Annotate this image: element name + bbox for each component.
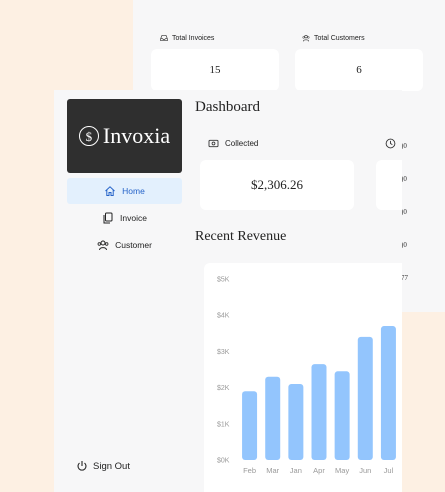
banknote-icon	[208, 139, 219, 148]
sidebar-item-home[interactable]: Home	[67, 178, 182, 204]
dollar-circle-icon: $	[78, 126, 99, 146]
sidebar-item-label: Customer	[115, 240, 152, 250]
chart-bar	[288, 383, 304, 460]
page-title: Dashboard	[195, 99, 260, 115]
chart-bar	[242, 391, 258, 460]
total-customers-label: Total Customers	[314, 34, 365, 42]
chart-bar	[334, 371, 350, 460]
revenue-chart-svg: $5K $4K $3K $2K $1K $0K Feb Mar Jan Apr May Jun Jul	[217, 277, 396, 475]
x-tick-label: May	[335, 466, 349, 475]
total-customers-value: 6	[295, 49, 423, 91]
collected-card-header: Collected	[208, 139, 258, 148]
chart-bar	[311, 364, 327, 460]
y-tick-label: $5K	[217, 277, 230, 284]
partial-value: )0	[401, 142, 407, 150]
sign-out-button[interactable]: Sign Out	[76, 460, 130, 472]
recent-revenue-title: Recent Revenue	[195, 229, 287, 244]
sign-out-label: Sign Out	[93, 460, 130, 472]
users-icon	[97, 240, 109, 251]
x-tick-label: Jan	[290, 466, 302, 475]
chart-bar	[380, 326, 396, 460]
collected-label: Collected	[225, 139, 259, 148]
power-icon	[77, 461, 87, 471]
x-tick-label: Jul	[384, 466, 394, 475]
collected-value: $2,306.26	[200, 160, 354, 210]
x-tick-label: Mar	[266, 466, 279, 475]
inbox-icon	[160, 35, 168, 41]
home-icon	[105, 186, 115, 196]
chart-bar	[265, 376, 281, 460]
clock-icon	[385, 138, 396, 149]
partial-value: )0	[401, 241, 407, 249]
sidebar-item-label: Home	[122, 186, 145, 196]
chart-bar	[357, 336, 373, 460]
logo-text: Invoxia	[102, 123, 171, 148]
total-invoices-label: Total Invoices	[172, 34, 215, 42]
revenue-chart: $5K $4K $3K $2K $1K $0K Feb Mar Jan Apr May Jun Jul	[204, 263, 402, 492]
sidebar-item-label: Invoice	[120, 213, 147, 223]
y-tick-label: $0K	[217, 458, 230, 465]
background-right-values: )0 )0 )0 )0 77	[401, 130, 421, 295]
logo[interactable]: $ Invoxia	[67, 99, 182, 173]
sidebar-item-customer[interactable]: Customer	[67, 232, 182, 258]
partial-value: )0	[401, 175, 407, 183]
y-tick-label: $2K	[217, 385, 230, 392]
partial-card	[376, 160, 402, 210]
x-tick-label: Jun	[359, 466, 371, 475]
y-tick-label: $4K	[217, 313, 230, 320]
sidebar-nav: Home Invoice Customer	[67, 178, 182, 259]
document-icon	[103, 212, 113, 224]
x-tick-label: Apr	[313, 466, 325, 475]
dashboard-window: $ Invoxia Home Invoice Customer Sign Out…	[54, 90, 402, 492]
total-invoices-value: 15	[151, 49, 279, 91]
y-tick-label: $3K	[217, 349, 230, 356]
x-tick-label: Feb	[243, 466, 256, 475]
users-icon	[302, 35, 310, 42]
partial-value: )0	[401, 208, 407, 216]
partial-value: 77	[401, 274, 408, 282]
y-tick-label: $1K	[217, 421, 230, 428]
sidebar-item-invoice[interactable]: Invoice	[67, 205, 182, 231]
